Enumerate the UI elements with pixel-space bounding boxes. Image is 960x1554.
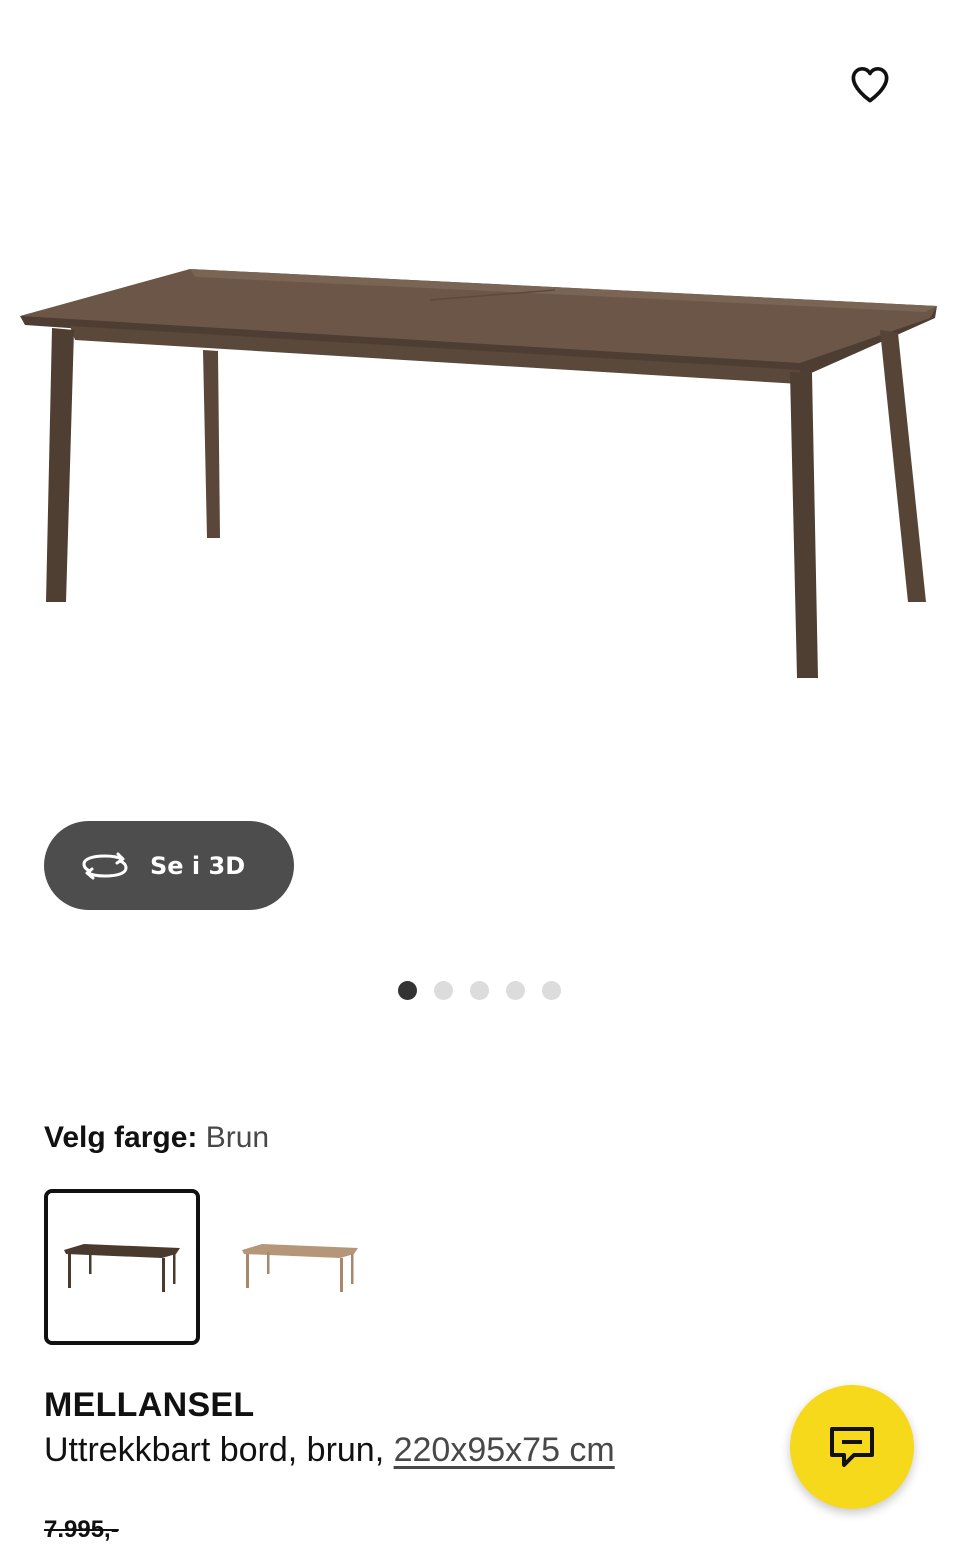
- chat-button[interactable]: [790, 1385, 914, 1509]
- carousel-dot[interactable]: [434, 981, 453, 1000]
- color-swatch-light-wood[interactable]: [222, 1189, 378, 1345]
- color-swatches: [44, 1189, 378, 1345]
- carousel-dot[interactable]: [470, 981, 489, 1000]
- chat-bubble-icon: [830, 1427, 874, 1467]
- carousel-dot[interactable]: [542, 981, 561, 1000]
- product-description-text: Uttrekkbart bord, brun,: [44, 1431, 385, 1469]
- swatch-thumbnail-light: [242, 1244, 358, 1292]
- product-dimensions-link[interactable]: 220x95x75 cm: [394, 1431, 615, 1469]
- carousel-dot[interactable]: [506, 981, 525, 1000]
- color-swatch-brown[interactable]: [44, 1189, 200, 1345]
- heart-outline-icon: [851, 66, 889, 103]
- product-image[interactable]: [0, 240, 960, 710]
- view-in-3d-label: Se i 3D: [150, 851, 246, 880]
- carousel-dot-active[interactable]: [398, 981, 417, 1000]
- favorite-button[interactable]: [842, 56, 898, 112]
- color-picker-value: Brun: [205, 1121, 270, 1154]
- view-in-3d-button[interactable]: Se i 3D: [44, 821, 294, 910]
- product-gallery[interactable]: Se i 3D: [0, 0, 960, 1040]
- product-description: Uttrekkbart bord, brun, 220x95x75 cm: [44, 1428, 615, 1472]
- color-picker-label: Velg farge: Brun: [44, 1118, 269, 1158]
- rotate-3d-icon: [82, 849, 132, 883]
- previous-price: 7.995,-: [44, 1516, 119, 1543]
- product-name: MELLANSEL: [44, 1386, 255, 1424]
- swatch-thumbnail-brown: [64, 1244, 180, 1292]
- color-picker-key: Velg farge:: [44, 1121, 198, 1154]
- carousel-dots: [398, 981, 561, 1000]
